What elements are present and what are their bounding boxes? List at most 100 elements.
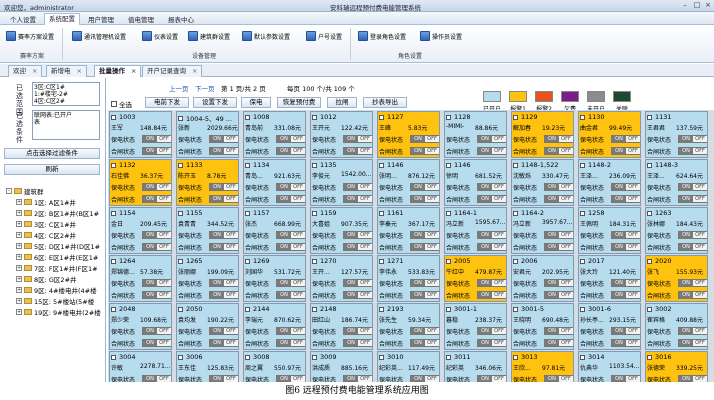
meter-card[interactable]: 1127 王峰 5.83元 保电状态 ON OFF 合闸状态 ON OFF: [377, 111, 440, 158]
checkbox-icon[interactable]: [178, 258, 183, 264]
switch-toggle[interactable]: ON OFF: [611, 291, 640, 299]
meter-card[interactable]: 1264 郑锦德... 57.38元 保电状态 ON OFF 合闸状态 ON OFF: [109, 255, 172, 302]
meter-card[interactable]: 1159 大喜姐 907.35元 保电状态 ON OFF 合闸状态 ON OFF: [310, 207, 373, 254]
switch-toggle[interactable]: ON OFF: [611, 339, 640, 347]
checkbox-icon[interactable]: [580, 210, 585, 216]
checkbox-icon[interactable]: [647, 210, 652, 216]
switch-toggle[interactable]: ON OFF: [343, 147, 372, 155]
tree-node[interactable]: +5区: D区1#井(D区1#: [16, 241, 100, 251]
checkbox-icon[interactable]: [111, 306, 116, 312]
keep-power-toggle[interactable]: ON OFF: [611, 279, 640, 287]
minimize-icon[interactable]: –: [680, 1, 690, 10]
checkbox-icon[interactable]: [111, 162, 116, 168]
switch-toggle[interactable]: ON OFF: [477, 147, 506, 155]
meter-card[interactable]: 2017 张大玲 121.40元 保电状态 ON OFF 合闸状态 ON OFF: [578, 255, 641, 302]
selected-range-text[interactable]: 3区:C区1# 1:#楼宅-2# 4区:C区2#: [32, 82, 100, 106]
checkbox-icon[interactable]: [379, 258, 384, 264]
keep-power-toggle[interactable]: ON OFF: [410, 327, 439, 335]
keep-power-toggle[interactable]: ON OFF: [678, 231, 707, 239]
checkbox-icon[interactable]: [379, 354, 384, 360]
settings-send-button[interactable]: 设置下发: [193, 97, 237, 108]
keep-power-toggle[interactable]: ON OFF: [678, 279, 707, 287]
switch-toggle[interactable]: ON OFF: [209, 339, 238, 347]
close-icon[interactable]: ×: [703, 1, 713, 10]
switch-toggle[interactable]: ON OFF: [142, 291, 171, 299]
checkbox-icon[interactable]: [312, 258, 317, 264]
switch-toggle[interactable]: ON OFF: [477, 339, 506, 347]
checkbox-icon[interactable]: [580, 162, 585, 168]
expand-icon[interactable]: +: [16, 221, 22, 227]
tree-node[interactable]: +3区: C区1#井: [16, 219, 76, 229]
checkbox-icon[interactable]: [245, 258, 250, 264]
expand-icon[interactable]: +: [16, 254, 22, 260]
selected-cond-text[interactable]: 联网表:已开户 表: [32, 110, 100, 140]
checkbox-icon[interactable]: [379, 114, 384, 120]
refresh-button[interactable]: 刷新: [4, 164, 100, 175]
checkbox-icon[interactable]: [312, 114, 317, 120]
keep-power-toggle[interactable]: ON OFF: [209, 231, 238, 239]
meter-card[interactable]: 1161 李秦元 367.17元 保电状态 ON OFF 合闸状态 ON OFF: [377, 207, 440, 254]
keep-power-toggle[interactable]: ON OFF: [477, 231, 506, 239]
meter-settings-button[interactable]: 仪表设置: [142, 29, 178, 43]
expand-icon[interactable]: +: [16, 276, 22, 282]
checkbox-icon[interactable]: [647, 306, 652, 312]
checkbox-icon[interactable]: [647, 162, 652, 168]
account-settings-button[interactable]: 户号设置: [306, 29, 342, 43]
checkbox-icon[interactable]: [513, 162, 518, 168]
keep-power-button[interactable]: 保电: [241, 97, 271, 108]
keep-power-toggle[interactable]: ON OFF: [343, 375, 372, 382]
keep-power-toggle[interactable]: ON OFF: [477, 279, 506, 287]
meter-card[interactable]: 1130 曲金君 99.49元 保电状态 ON OFF 合闸状态 ON OFF: [578, 111, 641, 158]
checkbox-icon[interactable]: [580, 114, 585, 120]
switch-toggle[interactable]: ON OFF: [209, 195, 238, 203]
switch-toggle[interactable]: ON OFF: [276, 291, 305, 299]
tree-node[interactable]: +15区: 5#楼站(5#楼: [16, 296, 94, 306]
checkbox-icon[interactable]: [178, 162, 183, 168]
switch-toggle[interactable]: ON OFF: [410, 339, 439, 347]
trip-button[interactable]: 拉闸: [327, 97, 357, 108]
meter-card[interactable]: 1164-2 冯立新 3957.67... 保电状态 ON OFF 合闸状态 ON OFF: [511, 207, 574, 254]
keep-power-toggle[interactable]: ON OFF: [343, 279, 372, 287]
keep-power-toggle[interactable]: ON OFF: [477, 135, 506, 143]
menu-reports[interactable]: 报表中心: [164, 14, 198, 24]
switch-toggle[interactable]: ON OFF: [477, 195, 506, 203]
checkbox-icon[interactable]: [580, 354, 585, 360]
checkbox-icon[interactable]: [379, 306, 384, 312]
keep-power-toggle[interactable]: ON OFF: [142, 279, 171, 287]
expand-icon[interactable]: +: [16, 199, 22, 205]
expand-icon[interactable]: +: [16, 265, 22, 271]
checkbox-icon[interactable]: [513, 306, 518, 312]
meter-card[interactable]: 3006王东佳125.83元保电状态ONOFF合闸状态ONOFF: [176, 351, 239, 382]
checkbox-icon[interactable]: [178, 210, 183, 216]
keep-power-toggle[interactable]: ON OFF: [276, 327, 305, 335]
switch-toggle[interactable]: ON OFF: [544, 339, 573, 347]
checkbox-icon[interactable]: [312, 354, 317, 360]
menu-system[interactable]: 系统配置: [44, 13, 80, 25]
menu-personal[interactable]: 个人设置: [6, 14, 40, 24]
tab-batch[interactable]: 批量操作 ×: [94, 65, 142, 77]
switch-toggle[interactable]: ON OFF: [611, 243, 640, 251]
checkbox-icon[interactable]: [245, 162, 250, 168]
meter-card[interactable]: 1008 青岛前 331.08元 保电状态 ON OFF 合闸状态 ON OFF: [243, 111, 306, 158]
switch-toggle[interactable]: ON OFF: [276, 195, 305, 203]
meter-card[interactable]: 2006 安君元 202.95元 保电状态 ON OFF 合闸状态 ON OFF: [511, 255, 574, 302]
keep-power-toggle[interactable]: ON OFF: [142, 231, 171, 239]
expand-icon[interactable]: +: [16, 243, 22, 249]
close-icon[interactable]: ×: [77, 67, 82, 75]
tab-welcome[interactable]: 欢迎 ×: [8, 65, 43, 77]
send-before-button[interactable]: 电前下发: [145, 97, 189, 108]
keep-power-toggle[interactable]: ON OFF: [678, 375, 707, 382]
meter-card[interactable]: 1269 刘国华 531.72元 保电状态 ON OFF 合闸状态 ON OFF: [243, 255, 306, 302]
switch-toggle[interactable]: ON OFF: [209, 291, 238, 299]
checkbox-icon[interactable]: [111, 101, 117, 107]
keep-power-toggle[interactable]: ON OFF: [611, 135, 640, 143]
keep-power-toggle[interactable]: ON OFF: [544, 135, 573, 143]
switch-toggle[interactable]: ON OFF: [209, 243, 238, 251]
keep-power-toggle[interactable]: ON OFF: [343, 135, 372, 143]
switch-toggle[interactable]: ON OFF: [343, 291, 372, 299]
meter-card[interactable]: 3001-6 孙长亭... 293.15元 保电状态 ON OFF 合闸状态 ON OFF: [578, 303, 641, 350]
tree-node[interactable]: +7区: F区1#井(F区1#: [16, 263, 98, 273]
menu-users[interactable]: 用户管理: [84, 14, 118, 24]
meter-card[interactable]: 2020 张飞 155.93元 保电状态 ON OFF 合闸状态 ON OFF: [645, 255, 708, 302]
keep-power-toggle[interactable]: ON OFF: [611, 375, 640, 382]
